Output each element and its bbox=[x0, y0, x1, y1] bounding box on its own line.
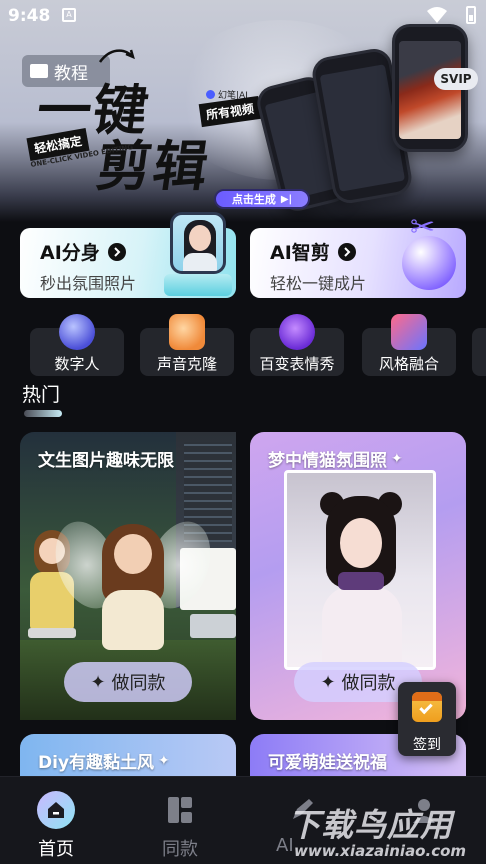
magic-sparkle-icon: ✦ bbox=[320, 671, 336, 693]
tool-voice-clone[interactable]: 声音克隆 bbox=[140, 314, 234, 376]
sign-in-label: 签到 bbox=[413, 737, 441, 753]
style-fusion-icon bbox=[391, 314, 427, 350]
grid-icon bbox=[161, 791, 199, 829]
clock: 9:48 bbox=[8, 6, 51, 26]
play-next-icon: ▶| bbox=[280, 193, 293, 205]
sparkle-icon: ✦ bbox=[158, 752, 170, 769]
scissors-icon: ✂ bbox=[410, 210, 436, 245]
make-same-label: 做同款 bbox=[111, 673, 166, 694]
tool-label: 数字人 bbox=[54, 355, 100, 373]
card-title: 可爱萌娃送祝福 bbox=[268, 748, 387, 773]
watermark-url: www.xiazainiao.com bbox=[294, 842, 467, 860]
card-title-text: Diy有趣黏土风 bbox=[38, 753, 155, 773]
tab-label: 同款 bbox=[162, 839, 198, 860]
curved-arrow-icon bbox=[98, 49, 135, 63]
card1-overlay: ✦ 做同款 bbox=[20, 432, 236, 720]
avatar-frame bbox=[170, 212, 226, 274]
feature-title-text: AI智剪 bbox=[270, 242, 330, 264]
app-home-screen: 教程 一键 剪辑 轻松搞定 ONE-CLICK VIDEO EDITING 幻笔… bbox=[0, 0, 486, 864]
checkmark-icon bbox=[419, 700, 433, 715]
feature-title: AI分身 bbox=[40, 238, 126, 265]
make-same-button[interactable]: ✦ 做同款 bbox=[64, 662, 192, 702]
calendar-check-icon bbox=[412, 692, 442, 722]
watermark-title: 下载鸟应用 bbox=[288, 806, 454, 844]
digital-human-icon bbox=[59, 314, 95, 350]
tab-label: 首页 bbox=[38, 839, 74, 860]
card-title-text: 可爱萌娃送祝福 bbox=[268, 753, 387, 773]
tool-label: 声音克隆 bbox=[156, 355, 217, 373]
magic-sparkle-icon: ✦ bbox=[90, 671, 106, 693]
sim-icon: A bbox=[62, 8, 76, 22]
sign-in-button[interactable]: 签到 bbox=[398, 682, 456, 756]
devil-face-icon bbox=[279, 314, 315, 350]
tool-style-fusion[interactable]: 风格融合 bbox=[362, 314, 456, 376]
avatar-illustration bbox=[164, 212, 232, 298]
tool-expression-show[interactable]: 百变表情秀 bbox=[250, 314, 344, 376]
tool-label: 风格融合 bbox=[378, 355, 439, 373]
avatar-pedestal bbox=[164, 274, 232, 296]
make-same-label: 做同款 bbox=[341, 673, 396, 694]
avatar-face bbox=[189, 225, 211, 251]
avatar-body bbox=[183, 253, 217, 271]
feature-subtitle: 轻松一键成片 bbox=[270, 274, 367, 293]
generate-button[interactable]: 点击生成 ▶| bbox=[214, 189, 310, 209]
phone-screen bbox=[399, 41, 461, 139]
card2-overlay: ✦ 做同款 bbox=[250, 432, 466, 720]
feature-title-text: AI分身 bbox=[40, 242, 100, 264]
brand-logo-icon bbox=[206, 90, 215, 99]
section-underline bbox=[24, 410, 62, 417]
chevron-right-icon bbox=[337, 242, 356, 261]
tab-same-style[interactable]: 同款 bbox=[140, 789, 220, 860]
status-bar: 9:48 A bbox=[0, 0, 486, 34]
card-title: Diy有趣黏土风 ✦ bbox=[38, 748, 170, 774]
generate-label: 点击生成 bbox=[231, 193, 276, 206]
feature-subtitle: 秒出氛围照片 bbox=[40, 274, 137, 293]
tool-more[interactable] bbox=[472, 328, 486, 376]
site-watermark: 下载鸟应用 www.xiazainiao.com bbox=[288, 800, 484, 864]
svip-badge[interactable]: SVIP bbox=[434, 68, 478, 90]
banner-title-line2: 剪辑 bbox=[92, 135, 214, 198]
section-title: 热门 bbox=[22, 384, 61, 406]
tab-home[interactable]: 首页 bbox=[16, 789, 96, 860]
home-icon bbox=[37, 791, 75, 829]
tool-label: 百变表情秀 bbox=[259, 355, 335, 373]
chevron-right-icon bbox=[107, 242, 126, 261]
scissors-orb-illustration: ✂ bbox=[400, 210, 464, 298]
speaker-icon bbox=[169, 314, 205, 350]
wifi-icon bbox=[427, 7, 447, 23]
tool-digital-human[interactable]: 数字人 bbox=[30, 314, 124, 376]
feature-title: AI智剪 bbox=[270, 238, 356, 265]
battery-icon bbox=[466, 6, 476, 24]
